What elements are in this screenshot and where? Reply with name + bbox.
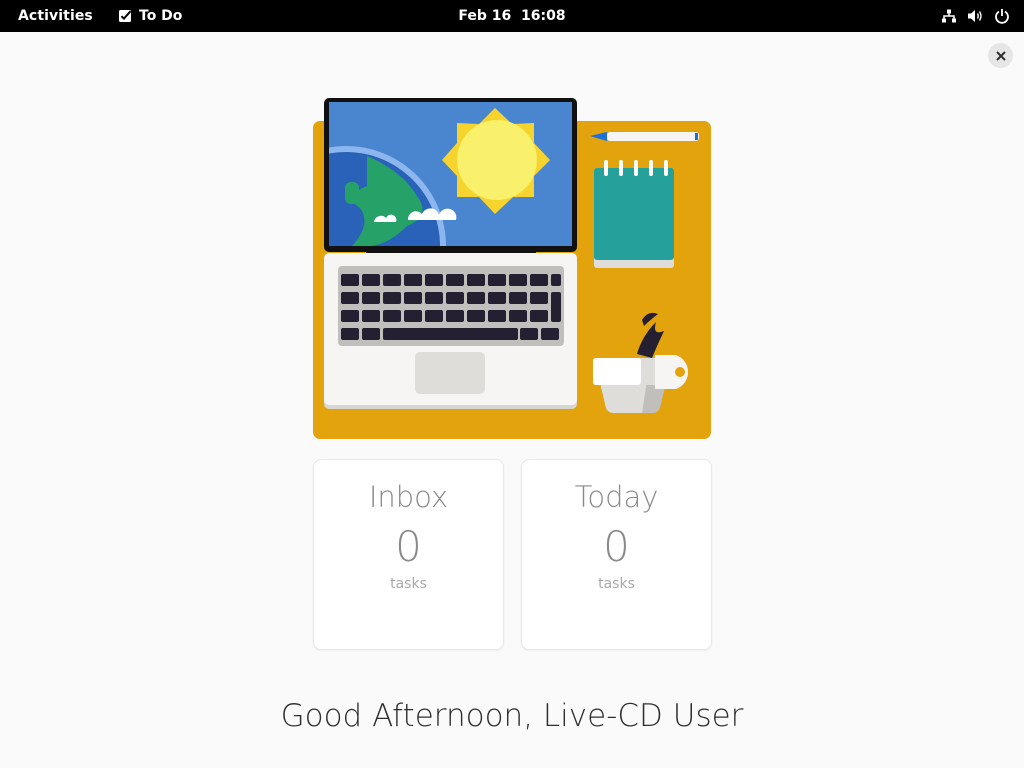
keyboard-key — [395, 328, 518, 340]
keyboard-key — [341, 328, 359, 340]
keyboard-key — [362, 274, 380, 286]
keyboard-key — [488, 310, 506, 322]
keyboard-key — [520, 328, 538, 340]
inbox-count: 0 — [395, 522, 422, 571]
keyboard-key — [383, 310, 401, 322]
app-menu-button[interactable]: To Do — [118, 0, 182, 32]
keyboard-key — [467, 292, 485, 304]
keyboard-key — [551, 274, 561, 286]
network-icon[interactable] — [941, 8, 957, 24]
keyboard-key — [383, 274, 401, 286]
keyboard-key — [404, 310, 422, 322]
inbox-title: Inbox — [368, 480, 449, 514]
keyboard-key — [446, 292, 464, 304]
today-count: 0 — [603, 522, 630, 571]
today-unit: tasks — [598, 576, 635, 592]
keyboard-key — [341, 274, 359, 286]
power-icon[interactable] — [994, 8, 1010, 24]
today-title: Today — [574, 480, 659, 514]
todo-checkbox-icon — [119, 10, 132, 22]
clock-button[interactable]: Feb 16 16:08 — [458, 8, 565, 24]
inbox-unit: tasks — [390, 576, 427, 592]
keyboard-key — [362, 328, 380, 340]
keyboard-key — [530, 274, 548, 286]
greeting-text: Good Afternoon, Live-CD User — [280, 698, 744, 734]
keyboard-key — [541, 328, 559, 340]
keyboard-key — [362, 292, 380, 304]
app-name: To Do — [139, 8, 183, 24]
keyboard-key — [425, 292, 443, 304]
keyboard-key — [362, 310, 380, 322]
close-icon — [995, 50, 1006, 61]
keyboard-key — [446, 310, 464, 322]
keyboard-key — [530, 292, 548, 304]
volume-icon[interactable] — [967, 8, 984, 24]
keyboard-key — [530, 310, 548, 322]
keyboard-key — [509, 292, 527, 304]
system-tray[interactable] — [941, 0, 1010, 32]
keyboard-key — [446, 274, 464, 286]
close-button[interactable] — [988, 43, 1013, 68]
top-bar: Activities To Do Feb 16 16:08 — [0, 0, 1024, 32]
keyboard-key — [425, 274, 443, 286]
keyboard-key — [488, 274, 506, 286]
keyboard-key — [341, 292, 359, 304]
keyboard-key — [551, 292, 561, 322]
keyboard-key — [509, 310, 527, 322]
activities-button[interactable]: Activities — [18, 0, 93, 32]
keyboard-key — [488, 292, 506, 304]
today-card[interactable]: Today 0 tasks — [521, 459, 712, 650]
keyboard-key — [509, 274, 527, 286]
keyboard-key — [404, 274, 422, 286]
welcome-illustration — [313, 98, 711, 439]
keyboard-key — [341, 310, 359, 322]
keyboard-key — [425, 310, 443, 322]
keyboard-key — [467, 310, 485, 322]
keyboard-key — [404, 292, 422, 304]
keyboard-key — [467, 274, 485, 286]
keyboard-key — [383, 292, 401, 304]
inbox-card[interactable]: Inbox 0 tasks — [313, 459, 504, 650]
